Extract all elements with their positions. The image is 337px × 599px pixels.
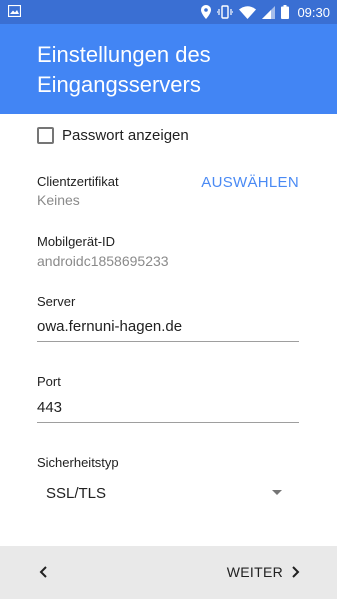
chevron-left-icon[interactable] (34, 562, 54, 582)
status-bar: 09:30 (0, 0, 337, 24)
port-field-container (37, 393, 299, 423)
security-type-label: Sicherheitstyp (37, 455, 119, 470)
settings-form: Passwort anzeigen Clientzertifikat Keine… (0, 114, 337, 546)
port-input[interactable] (37, 393, 299, 421)
battery-icon (281, 5, 290, 19)
next-button[interactable]: WEITER (227, 562, 303, 582)
wifi-icon (239, 5, 257, 19)
server-field-container (37, 312, 299, 342)
next-button-label: WEITER (226, 564, 283, 580)
security-type-dropdown[interactable]: SSL/TLS (37, 480, 299, 506)
device-id-label: Mobilgerät-ID (37, 234, 116, 249)
port-label: Port (37, 374, 61, 389)
chevron-right-icon (292, 566, 300, 578)
vibrate-icon (217, 5, 234, 19)
status-time: 09:30 (297, 4, 330, 20)
bottom-nav-bar: WEITER (0, 546, 337, 599)
app-bar: Einstellungen des Eingangsservers (0, 24, 337, 114)
client-cert-value: Keines (37, 192, 80, 208)
device-id-value: androidc1858695233 (37, 253, 169, 269)
location-icon (201, 5, 212, 19)
dropdown-arrow-icon (272, 490, 282, 495)
show-password-label: Passwort anzeigen (62, 126, 189, 144)
show-password-checkbox-row[interactable]: Passwort anzeigen (37, 125, 189, 145)
signal-icon (262, 5, 276, 19)
image-icon (8, 5, 21, 17)
client-cert-label: Clientzertifikat (37, 174, 119, 189)
server-input[interactable] (37, 312, 299, 340)
server-label: Server (37, 294, 76, 309)
security-type-value: SSL/TLS (46, 484, 107, 502)
select-certificate-button[interactable]: AUSWÄHLEN (201, 174, 299, 191)
show-password-checkbox[interactable] (37, 126, 54, 144)
page-title: Einstellungen des Eingangsservers (37, 42, 211, 97)
